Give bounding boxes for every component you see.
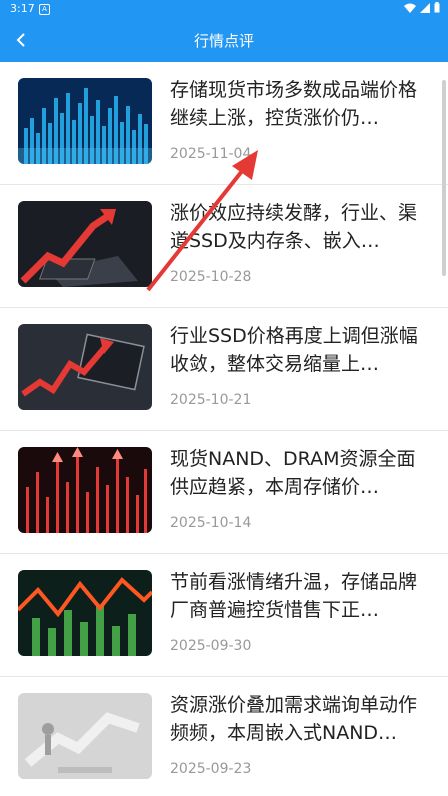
article-list[interactable]: 存储现货市场多数成品端价格继续上涨，控货涨价仍… 2025-11-04 涨价效应… [0,62,448,796]
list-item[interactable]: 涨价效应持续发酵，行业、渠道SSD及内存条、嵌入… 2025-10-28 [0,185,448,308]
article-title[interactable]: 资源涨价叠加需求端询单动作频频，本周嵌入式NAND… [170,691,428,747]
list-item[interactable]: 存储现货市场多数成品端价格继续上涨，控货涨价仍… 2025-11-04 [0,62,448,185]
article-title[interactable]: 节前看涨情绪升温，存储品牌厂商普遍控货惜售下正… [170,568,428,624]
page-title: 行情点评 [193,32,254,50]
app-bar: 行情点评 [0,18,448,62]
list-item[interactable]: 行业SSD价格再度上调但涨幅收敛，整体交易缩量上… 2025-10-21 [0,308,448,431]
article-thumbnail [18,324,152,410]
article-thumbnail [18,201,152,287]
article-title[interactable]: 涨价效应持续发酵，行业、渠道SSD及内存条、嵌入… [170,199,428,255]
article-date: 2025-11-04 [170,146,252,162]
article-date: 2025-10-21 [170,392,252,408]
list-item[interactable]: 资源涨价叠加需求端询单动作频频，本周嵌入式NAND… 2025-09-23 [0,677,448,796]
article-thumbnail [18,570,152,656]
signal-icon [420,2,430,13]
notification-icon: A [39,4,50,15]
article-title[interactable]: 存储现货市场多数成品端价格继续上涨，控货涨价仍… [170,76,428,132]
article-title[interactable]: 现货NAND、DRAM资源全面供应趋紧，本周存储价… [170,445,428,501]
wifi-icon [404,3,416,13]
system-icons [404,2,440,13]
status-bar: 3:17 A [0,0,448,18]
list-item[interactable]: 现货NAND、DRAM资源全面供应趋紧，本周存储价… 2025-10-14 [0,431,448,554]
article-thumbnail [18,447,152,533]
article-date: 2025-09-30 [170,638,252,654]
article-date: 2025-09-23 [170,761,252,777]
article-thumbnail [18,78,152,164]
list-item[interactable]: 节前看涨情绪升温，存储品牌厂商普遍控货惜售下正… 2025-09-30 [0,554,448,677]
article-thumbnail [18,693,152,779]
article-title[interactable]: 行业SSD价格再度上调但涨幅收敛，整体交易缩量上… [170,322,428,378]
scrollbar[interactable] [442,80,446,276]
battery-icon [434,2,440,13]
status-time: 3:17 [10,2,35,15]
article-date: 2025-10-28 [170,269,252,285]
article-date: 2025-10-14 [170,515,252,531]
